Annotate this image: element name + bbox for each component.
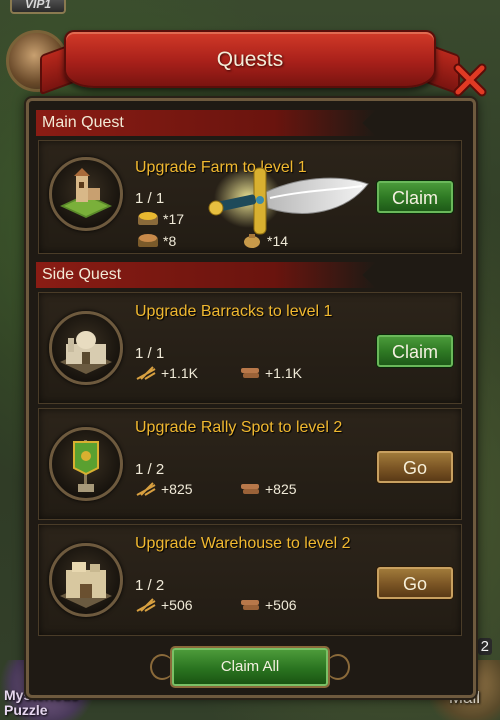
rally-spot-reward-wood-value: +825 xyxy=(265,481,297,497)
rally-spot-quest-title: Upgrade Rally Spot to level 2 xyxy=(135,419,343,436)
close-button[interactable] xyxy=(452,62,488,98)
barracks-reward-wood-value: +1.1K xyxy=(265,365,302,381)
main-reward-food-value: *17 xyxy=(163,211,185,227)
barracks-quest-title: Upgrade Barracks to level 1 xyxy=(135,303,333,320)
main-quest-title: Upgrade Farm to level 1 xyxy=(135,159,307,176)
food-crate-icon xyxy=(138,212,158,225)
side-quest-card-rally-spot: Upgrade Rally Spot to level 2 1 / 2 +825… xyxy=(38,408,462,520)
barracks-reward-wood: +1.1K xyxy=(239,365,302,381)
claim-all-button[interactable]: Claim All xyxy=(172,648,328,686)
coin-bag-icon xyxy=(244,234,260,248)
ornament-left xyxy=(150,654,174,680)
warehouse-reward-wood: +506 xyxy=(239,597,297,613)
main-reward-food: *17 xyxy=(137,211,184,227)
rally-banner-icon xyxy=(49,427,123,501)
main-quest-claim-button[interactable]: Claim xyxy=(377,181,453,213)
ornament-right xyxy=(326,654,350,680)
warehouse-reward-food-value: +506 xyxy=(161,597,193,613)
main-reward-wood: *8 xyxy=(137,233,176,249)
rally-spot-reward-wood: +825 xyxy=(239,481,297,497)
wood-log-icon xyxy=(241,484,259,494)
wheat-icon xyxy=(136,598,156,612)
warehouse-quest-title: Upgrade Warehouse to level 2 xyxy=(135,535,351,552)
vip-badge[interactable]: VIP1 xyxy=(10,0,66,14)
rally-spot-go-button[interactable]: Go xyxy=(377,451,453,483)
warehouse-reward-food: +506 xyxy=(135,597,193,613)
main-reward-coin: *14 xyxy=(241,233,288,249)
rally-spot-reward-food: +825 xyxy=(135,481,193,497)
barracks-building-icon xyxy=(49,311,123,385)
barracks-reward-food-value: +1.1K xyxy=(161,365,198,381)
side-quest-card-warehouse: Upgrade Warehouse to level 2 1 / 2 +506 … xyxy=(38,524,462,636)
farm-building-icon xyxy=(49,157,123,231)
warehouse-reward-wood-value: +506 xyxy=(265,597,297,613)
wheat-icon xyxy=(136,366,156,380)
main-quest-progress: 1 / 1 xyxy=(135,190,165,207)
wood-log-icon xyxy=(241,368,259,378)
main-reward-wood-value: *8 xyxy=(163,233,177,249)
rally-spot-quest-progress: 1 / 2 xyxy=(135,461,165,478)
rally-spot-reward-food-value: +825 xyxy=(161,481,193,497)
close-x-icon xyxy=(453,63,487,97)
warehouse-go-button[interactable]: Go xyxy=(377,567,453,599)
warehouse-quest-progress: 1 / 2 xyxy=(135,577,165,594)
dialog-title: Quests xyxy=(216,48,284,71)
wood-crate-icon xyxy=(138,234,158,247)
side-quest-card-barracks: Upgrade Barracks to level 1 1 / 1 +1.1K … xyxy=(38,292,462,404)
main-quest-card: Upgrade Farm to level 1 1 / 1 *17 *8 *14… xyxy=(38,140,462,254)
wood-log-icon xyxy=(241,600,259,610)
side-quest-header: Side Quest xyxy=(36,262,376,288)
claim-all-container: Claim All xyxy=(150,644,350,690)
barracks-reward-food: +1.1K xyxy=(135,365,198,381)
barracks-claim-button[interactable]: Claim xyxy=(377,335,453,367)
main-quest-header: Main Quest xyxy=(36,110,376,136)
wheat-icon xyxy=(136,482,156,496)
barracks-quest-progress: 1 / 1 xyxy=(135,345,165,362)
side-counter: 2 xyxy=(477,638,492,655)
main-reward-coin-value: *14 xyxy=(267,233,289,249)
warehouse-building-icon xyxy=(49,543,123,617)
